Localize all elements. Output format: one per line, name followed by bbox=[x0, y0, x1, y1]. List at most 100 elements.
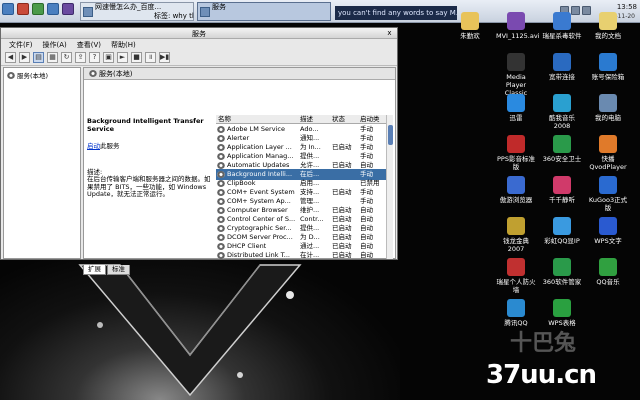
wallpaper-v-logo bbox=[78, 264, 302, 397]
column-status[interactable]: 状态 bbox=[332, 115, 345, 124]
desktop-icon-label: 360安全卫士 bbox=[542, 155, 582, 163]
media-icon[interactable] bbox=[62, 3, 74, 15]
vertical-scrollbar[interactable] bbox=[386, 115, 393, 259]
clock[interactable]: 13:58 bbox=[617, 3, 637, 11]
desktop-icon[interactable]: 傲游浏览器 bbox=[496, 176, 536, 204]
task-services[interactable]: 服务 bbox=[197, 2, 331, 21]
desktop-icon[interactable]: MVI_1125.avi bbox=[496, 12, 539, 40]
back-icon[interactable]: ◀ bbox=[5, 52, 16, 63]
desktop-icon[interactable]: 钱龙金典2007 bbox=[496, 217, 536, 253]
gear-icon bbox=[217, 144, 225, 151]
show-tree-icon[interactable]: ▤ bbox=[33, 52, 44, 63]
desktop-icon[interactable]: 腾讯QQ bbox=[496, 299, 536, 327]
gear-icon bbox=[217, 243, 225, 250]
desktop-icon[interactable]: WPS文字 bbox=[588, 217, 628, 245]
column-startup[interactable]: 启动类 bbox=[360, 115, 380, 124]
desktop-icon-label: 宽带连接 bbox=[549, 73, 575, 81]
services-list: 名称 描述 状态 启动类 Adobe LM Service Ado... 手动 Ale… bbox=[216, 115, 393, 259]
gear-icon bbox=[217, 225, 225, 232]
app-icon bbox=[553, 217, 571, 235]
desktop-icon-label: 瑞星杀毒软件 bbox=[542, 32, 582, 40]
gear-icon bbox=[217, 171, 225, 178]
desktop-icon-label: 钱龙金典2007 bbox=[503, 237, 529, 253]
app-icon bbox=[599, 258, 617, 276]
export-icon[interactable]: ⇪ bbox=[75, 52, 86, 63]
desktop-icon[interactable]: 我的电脑 bbox=[588, 94, 628, 122]
column-description[interactable]: 描述 bbox=[300, 115, 313, 124]
window-titlebar[interactable]: 服务 x bbox=[1, 28, 397, 39]
desktop-icon[interactable]: 宽带连接 bbox=[542, 53, 582, 81]
console-icon[interactable]: ▣ bbox=[103, 52, 114, 63]
desktop-icon[interactable]: 千千静听 bbox=[542, 176, 582, 204]
app-icon bbox=[553, 94, 571, 112]
browser-icon[interactable] bbox=[32, 3, 44, 15]
table-row[interactable]: Distributed Link T... 在计... 已启动 自动 bbox=[216, 250, 393, 259]
properties-icon[interactable]: ▦ bbox=[47, 52, 58, 63]
desktop-icon[interactable]: 账号保险箱 bbox=[588, 53, 628, 81]
desktop-icon[interactable]: 360软件管家 bbox=[542, 258, 582, 286]
app-icon bbox=[553, 53, 571, 71]
column-name[interactable]: 名称 bbox=[218, 115, 231, 124]
desktop-icon-label: QQ音乐 bbox=[596, 278, 620, 286]
gear-icon bbox=[217, 189, 225, 196]
menu-file[interactable]: 文件(F) bbox=[9, 40, 33, 51]
tree-node-services-local[interactable]: 服务(本地) bbox=[7, 70, 48, 80]
desktop-icon[interactable]: 瑞星杀毒软件 bbox=[542, 12, 582, 40]
gear-icon bbox=[217, 126, 225, 133]
app-icon bbox=[553, 258, 571, 276]
app-icon bbox=[553, 135, 571, 153]
service-title: Background Intelligent Transfer Service bbox=[87, 117, 204, 133]
desktop-icon[interactable]: 酷我音乐2008 bbox=[542, 94, 582, 130]
desktop-icon[interactable]: 我的文档 bbox=[588, 12, 628, 40]
qq-icon[interactable] bbox=[47, 3, 59, 15]
app-icon bbox=[507, 94, 525, 112]
tab-standard[interactable]: 标准 bbox=[107, 265, 130, 275]
refresh-icon[interactable]: ↻ bbox=[61, 52, 72, 63]
gear-icon bbox=[217, 135, 225, 142]
forward-icon[interactable]: ▶ bbox=[19, 52, 30, 63]
window-title: 服务 bbox=[192, 30, 206, 38]
task-chat[interactable]: 标签: why tlie bbox=[140, 12, 194, 22]
close-button[interactable]: x bbox=[385, 29, 394, 37]
desktop-icon[interactable]: QQ音乐 bbox=[588, 258, 628, 286]
desktop-icon[interactable]: PPS影音标准版 bbox=[496, 135, 536, 171]
details-pane: 服务(本地) Background Intelligent Transfer S… bbox=[83, 67, 396, 259]
desktop-icon[interactable]: 快播QvodPlayer bbox=[588, 135, 628, 171]
gear-icon bbox=[217, 252, 225, 259]
app-icon bbox=[599, 94, 617, 112]
pause-icon[interactable]: ॥ bbox=[145, 52, 156, 63]
stop-icon[interactable]: ■ bbox=[131, 52, 142, 63]
desktop-icon[interactable]: WPS表格 bbox=[542, 299, 582, 327]
desktop-icon[interactable]: 360安全卫士 bbox=[542, 135, 582, 163]
desktop-icon[interactable]: 朱勤欢 bbox=[450, 12, 490, 40]
service-status: 已启动 bbox=[332, 251, 352, 259]
desktop-icon[interactable]: KuGoo3正式版 bbox=[588, 176, 628, 212]
gear-icon bbox=[217, 216, 225, 223]
desktop-icon[interactable]: 瑞星个人防火墙 bbox=[496, 258, 536, 294]
desktop-icon[interactable]: Media Player Classic bbox=[496, 53, 536, 97]
app-icon bbox=[599, 12, 617, 30]
app-icon bbox=[553, 299, 571, 317]
app-icon bbox=[507, 12, 525, 30]
app-launcher-icon[interactable] bbox=[17, 3, 29, 15]
scroll-thumb[interactable] bbox=[388, 125, 393, 145]
restart-icon[interactable]: ▶▮ bbox=[159, 52, 170, 63]
desktop-icon-label: PPS影音标准版 bbox=[497, 155, 535, 171]
toolbar: ◀ ▶ ▤ ▦ ↻ ⇪ ? ▣ ► ■ ॥ ▶▮ bbox=[1, 52, 397, 66]
app-icon bbox=[599, 217, 617, 235]
tab-extended[interactable]: 扩展 bbox=[83, 265, 106, 275]
gear-icon bbox=[7, 71, 15, 79]
menu-view[interactable]: 查看(V) bbox=[77, 40, 101, 51]
app-icon bbox=[461, 12, 479, 30]
help-icon[interactable]: ? bbox=[89, 52, 100, 63]
menu-help[interactable]: 帮助(H) bbox=[111, 40, 136, 51]
start-service-link[interactable]: 启动 bbox=[87, 142, 100, 150]
app-icon bbox=[599, 176, 617, 194]
desktop-icon[interactable]: 彩虹QQ显IP bbox=[542, 217, 582, 245]
apple-menu-icon[interactable] bbox=[2, 3, 14, 15]
description-text: 在后台传输客户端和服务器之间的数据。如果禁用了 BITS，一些功能，如 Wind… bbox=[87, 175, 211, 198]
service-startup: 自动 bbox=[360, 251, 373, 259]
start-icon[interactable]: ► bbox=[117, 52, 128, 63]
desktop-icon[interactable]: 迅雷 bbox=[496, 94, 536, 122]
menu-action[interactable]: 操作(A) bbox=[43, 40, 67, 51]
